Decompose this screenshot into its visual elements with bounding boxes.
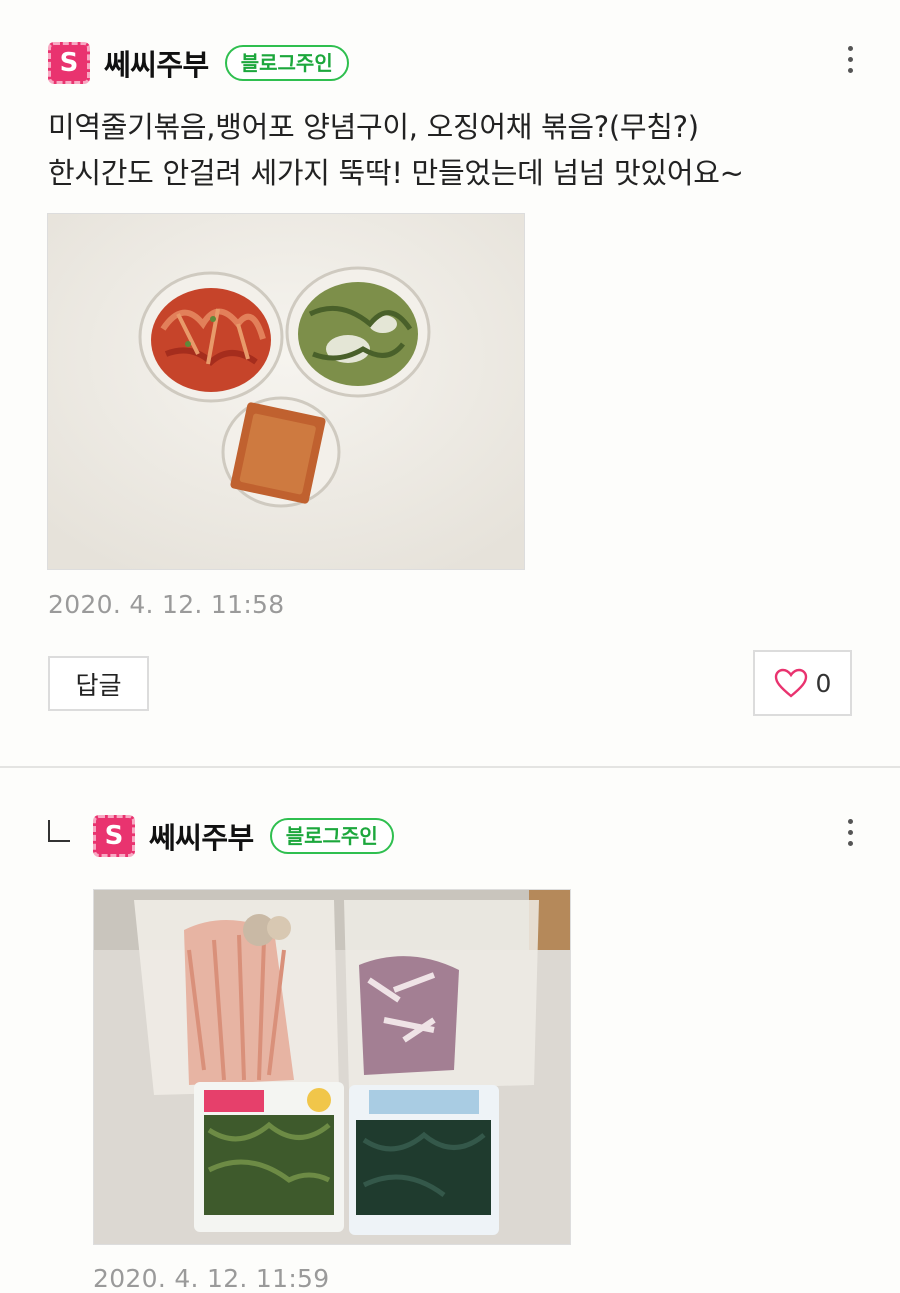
reply-arrow-icon — [48, 820, 70, 842]
comment-text: 미역줄기볶음,뱅어포 양념구이, 오징어채 볶음?(무침?) 한시간도 안걸려 … — [48, 110, 744, 190]
comment-date: 2020. 4. 12. 11:59 — [93, 1264, 330, 1293]
heart-outline-icon — [774, 668, 807, 698]
more-vertical-icon[interactable] — [845, 819, 855, 846]
comment-date: 2020. 4. 12. 11:58 — [48, 590, 285, 619]
blog-owner-badge: 블로그주인 — [269, 818, 394, 854]
reply-button[interactable]: 답글 — [48, 656, 149, 711]
avatar[interactable]: S — [48, 42, 90, 84]
avatar-letter: S — [59, 48, 79, 78]
comment-header: S 쎄씨주부 블로그주인 — [48, 42, 349, 84]
avatar[interactable]: S — [93, 815, 135, 857]
blog-owner-badge: 블로그주인 — [224, 45, 349, 81]
comment-item: S 쎄씨주부 블로그주인 미역줄기볶음,뱅어포 양념구이, 오징어채 볶음?(무… — [0, 0, 900, 766]
comment-header: S 쎄씨주부 블로그주인 — [93, 815, 394, 857]
more-vertical-icon[interactable] — [845, 46, 855, 73]
nickname[interactable]: 쎄씨주부 — [149, 815, 254, 857]
like-count: 0 — [815, 668, 832, 698]
reply-comment-item: S 쎄씨주부 블로그주인 2020. 4. 12. 11:59 — [0, 768, 900, 1293]
comment-photo-side-dishes[interactable] — [47, 213, 525, 570]
ingredients-image — [94, 890, 570, 1244]
nickname[interactable]: 쎄씨주부 — [104, 42, 209, 84]
comment-photo-ingredients[interactable] — [93, 889, 571, 1245]
avatar-letter: S — [104, 821, 124, 851]
like-button[interactable]: 0 — [753, 650, 852, 716]
side-dishes-image — [48, 214, 524, 569]
